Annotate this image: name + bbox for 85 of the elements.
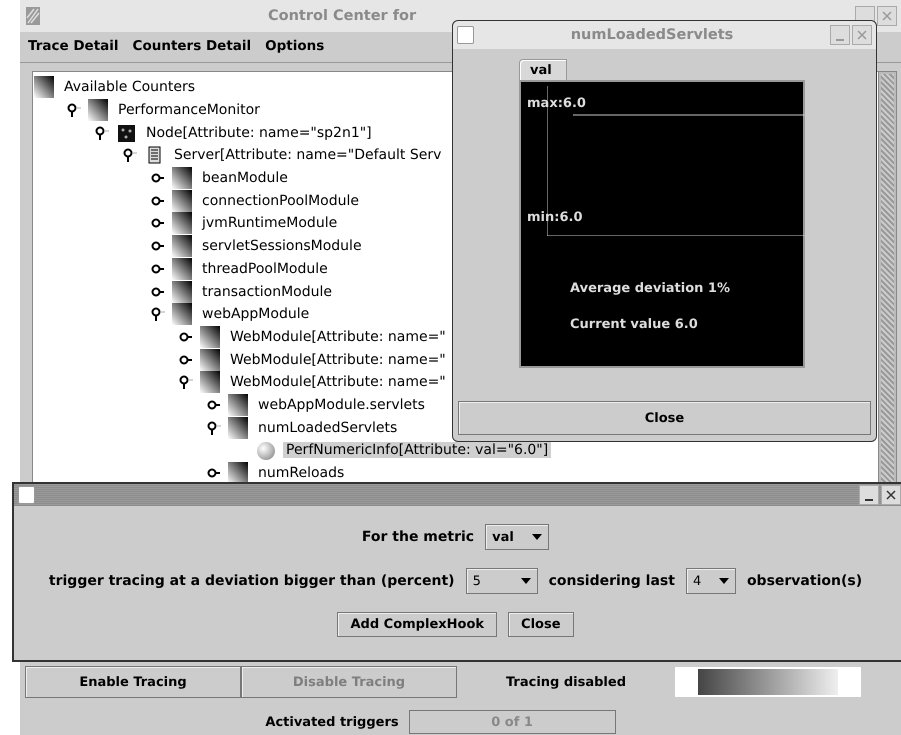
tree-item[interactable]: webAppModule xyxy=(199,306,312,322)
activated-triggers-label: Activated triggers xyxy=(265,714,399,730)
collapsed-handle-icon[interactable] xyxy=(151,239,165,254)
gradient-square-icon xyxy=(171,212,193,234)
window-title: Control Center for xyxy=(267,8,418,24)
gradient-square-icon xyxy=(199,348,221,371)
gradient-square-icon xyxy=(87,99,109,122)
caret-icon xyxy=(520,578,531,584)
gradient-square-icon xyxy=(33,76,55,98)
tree-item[interactable]: Node[Attribute: name="sp2n1"] xyxy=(143,124,375,141)
collapsed-handle-icon[interactable] xyxy=(179,330,193,344)
gradient-square-icon xyxy=(199,371,221,394)
sphere-icon xyxy=(255,439,277,462)
tree-item[interactable]: WebModule[Attribute: name=" xyxy=(227,328,449,345)
gradient-square-icon xyxy=(171,303,193,326)
activated-triggers-field: 0 of 1 xyxy=(408,710,616,734)
expanded-handle-icon[interactable] xyxy=(95,126,109,140)
caret-icon xyxy=(532,534,542,540)
close-button[interactable] xyxy=(881,485,901,505)
window-icon xyxy=(457,26,474,44)
collapsed-handle-icon[interactable] xyxy=(151,171,165,186)
collapsed-handle-icon[interactable] xyxy=(207,398,221,412)
expanded-handle-icon[interactable] xyxy=(207,420,221,435)
observations-dropdown[interactable]: 4 xyxy=(686,568,736,594)
deviation-dropdown[interactable]: 5 xyxy=(466,568,538,594)
collapsed-handle-icon[interactable] xyxy=(151,284,165,299)
tree-item[interactable]: connectionPoolModule xyxy=(199,192,362,209)
expanded-handle-icon[interactable] xyxy=(67,103,81,118)
tree-item[interactable]: threadPoolModule xyxy=(199,260,331,277)
collapsed-handle-icon[interactable] xyxy=(207,466,221,480)
tree-item[interactable]: WebModule[Attribute: name=" xyxy=(227,352,449,368)
close-icon xyxy=(857,30,867,40)
observations-label: observation(s) xyxy=(746,573,862,589)
gradient-square-icon xyxy=(171,280,193,303)
gradient-square-icon xyxy=(171,235,193,258)
average-deviation: Average deviation 1% xyxy=(570,281,730,296)
close-icon xyxy=(882,11,892,21)
tree-item[interactable]: numLoadedServlets xyxy=(255,420,400,436)
tree-item[interactable]: PerfNumericInfo[Attribute: val="6.0"] xyxy=(283,442,552,458)
collapsed-handle-icon[interactable] xyxy=(151,194,165,208)
metric-dropdown[interactable]: val xyxy=(485,524,550,550)
collapsed-handle-icon[interactable] xyxy=(151,216,165,230)
tree-item[interactable]: Available Counters xyxy=(61,79,198,96)
gradient-square-icon xyxy=(227,394,249,416)
tree-item[interactable]: PerformanceMonitor xyxy=(115,102,263,118)
deviation-label: trigger tracing at a deviation bigger than (percent) xyxy=(48,573,455,589)
gradient-square-icon xyxy=(199,326,221,348)
window-title: numLoadedServlets xyxy=(570,27,734,43)
tracing-status: Tracing disabled xyxy=(504,674,628,690)
gradient-square-icon xyxy=(227,462,249,484)
tree-item[interactable]: beanModule xyxy=(199,170,291,186)
gradient-square-icon xyxy=(171,190,193,212)
tree-item[interactable]: Server[Attribute: name="Default Serv xyxy=(171,147,444,164)
close-icon xyxy=(886,490,896,500)
dialog-button[interactable]: Close xyxy=(508,612,574,637)
expanded-handle-icon[interactable] xyxy=(179,375,193,390)
expanded-handle-icon[interactable] xyxy=(151,307,165,322)
minimize-button[interactable] xyxy=(859,485,879,505)
tree-item[interactable]: servletSessionsModule xyxy=(199,238,365,254)
menu-item[interactable]: Trace Detail xyxy=(28,38,119,54)
gradient-square-icon xyxy=(171,258,193,280)
menu-item[interactable]: Counters Detail xyxy=(132,38,252,54)
app-icon xyxy=(26,7,40,25)
expanded-handle-icon[interactable] xyxy=(123,148,137,162)
collapsed-handle-icon[interactable] xyxy=(179,352,193,367)
tree-item[interactable]: webAppModule.servlets xyxy=(255,396,428,413)
metric-label: For the metric xyxy=(362,529,474,545)
tree-item[interactable]: jvmRuntimeModule xyxy=(199,215,340,232)
dialog-button[interactable]: Add ComplexHook xyxy=(337,612,498,637)
window-icon xyxy=(18,486,35,504)
tree-item[interactable]: numReloads xyxy=(255,465,348,482)
close-button[interactable]: Close xyxy=(458,401,871,435)
tab[interactable]: val xyxy=(519,59,567,80)
tree-item[interactable]: transactionModule xyxy=(199,284,335,300)
gradient-square-icon xyxy=(227,416,249,439)
minimize-icon xyxy=(865,499,873,501)
minimize-icon xyxy=(836,39,844,41)
menu-item[interactable]: Options xyxy=(265,38,324,54)
collapsed-handle-icon[interactable] xyxy=(151,262,165,276)
gradient-square-icon xyxy=(171,167,193,190)
caret-icon xyxy=(718,578,729,584)
considering-label: considering last xyxy=(548,573,675,589)
tree-item[interactable]: WebModule[Attribute: name=" xyxy=(227,374,449,390)
current-value: Current value 6.0 xyxy=(570,317,698,332)
tracing-button[interactable]: Enable Tracing xyxy=(25,666,241,698)
